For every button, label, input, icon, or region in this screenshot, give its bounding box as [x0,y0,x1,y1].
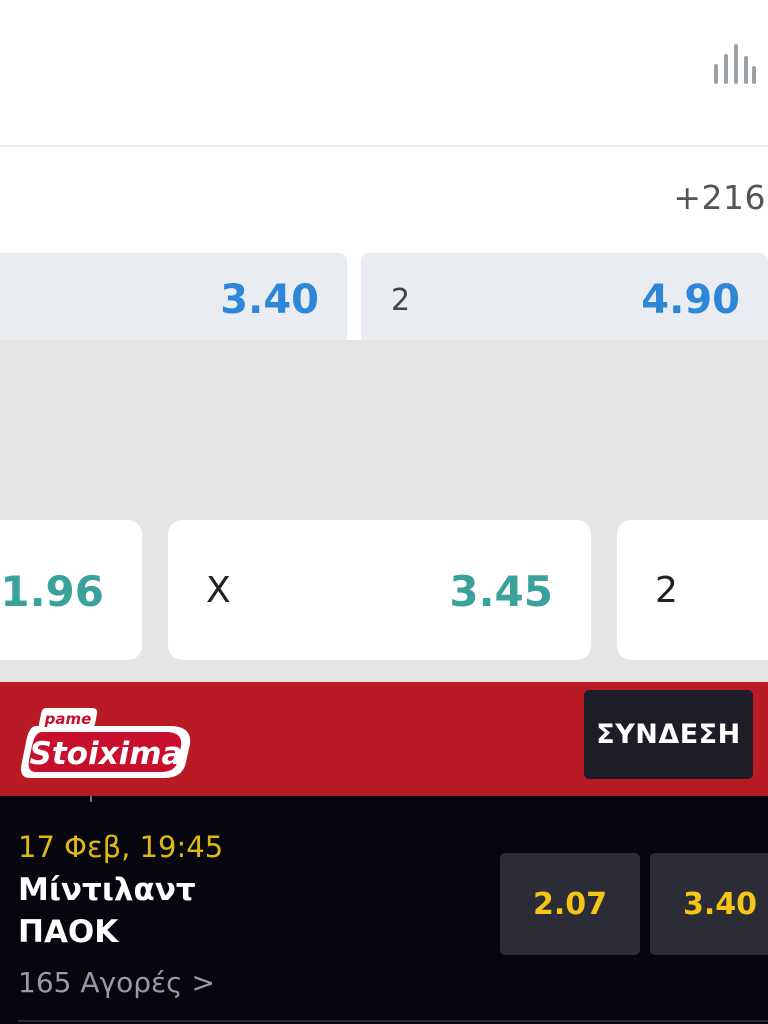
logo-pame-text: pame [44,710,92,728]
odds-label: X [206,570,231,611]
logo-main-text: Stoixima [30,736,183,772]
odds-value: 3.45 [449,567,553,616]
odds-label: 2 [655,570,678,611]
odds-button-home[interactable]: 1.96 [0,520,142,660]
odds-label: 2 [391,283,411,318]
divider [18,1020,768,1022]
brand-header: pame Stoixima ΣΥΝΔΕΣΗ [0,682,768,796]
away-team[interactable]: ΠΑΟΚ [18,914,118,950]
odds-value: 3.40 [220,277,319,323]
odds-button-away[interactable]: 2 [617,520,768,660]
match-row-dark: 17 Φεβ, 19:45 Μίντιλαντ ΠΑΟΚ 165 Αγορές … [0,796,768,1024]
match-odds-section-gray: 1.96 X 3.45 2 [0,340,768,682]
divider [0,145,768,147]
odds-value: 4.90 [641,277,740,323]
odds-button-draw[interactable]: 3.40 [650,853,768,955]
more-markets-count[interactable]: +216 [673,178,766,217]
odds-button-draw[interactable]: 3.40 [0,253,347,341]
home-team[interactable]: Μίντιλαντ [18,872,196,908]
odds-button-draw[interactable]: X 3.45 [168,520,591,660]
bar-chart-icon[interactable] [712,42,756,86]
odds-button-home[interactable]: 2.07 [500,853,640,955]
match-header-bar [0,0,768,145]
match-datetime: 17 Φεβ, 19:45 [18,830,224,864]
login-button[interactable]: ΣΥΝΔΕΣΗ [584,690,753,779]
match-odds-section-light: +216 3.40 2 4.90 [0,0,768,341]
markets-link[interactable]: 165 Αγορές > [18,966,215,999]
divider-tick [90,796,92,802]
odds-value: 1.96 [0,567,104,616]
odds-button-away[interactable]: 2 4.90 [361,253,768,341]
stoixima-logo[interactable]: pame Stoixima [20,700,196,782]
